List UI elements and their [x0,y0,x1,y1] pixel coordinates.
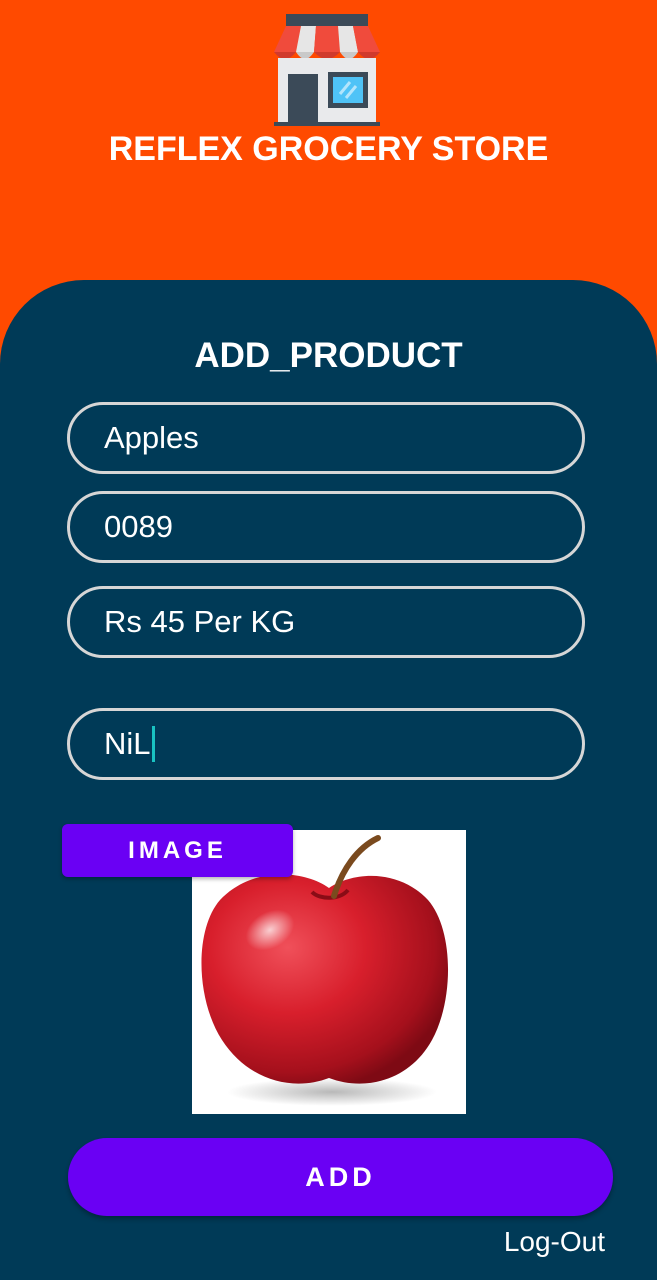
product-name-value: Apples [104,420,199,455]
product-code-field[interactable]: 0089 [67,491,585,563]
discount-value-wrapper: NiL [104,726,155,762]
product-name-field[interactable]: Apples [67,402,585,474]
discount-value: NiL [104,726,151,761]
store-icon [274,14,380,126]
header-banner: REFLEX GROCERY STORE [0,0,657,300]
image-button[interactable]: IMAGE [62,824,293,877]
price-field[interactable]: Rs 45 Per KG [67,586,585,658]
discount-field[interactable]: NiL [67,708,585,780]
add-button[interactable]: ADD [68,1138,613,1216]
store-title: REFLEX GROCERY STORE [108,130,549,168]
logout-link[interactable]: Log-Out [504,1226,605,1258]
text-caret [151,726,155,762]
price-value: Rs 45 Per KG [104,604,296,639]
form-title: ADD_PRODUCT [194,336,463,375]
product-code-value: 0089 [104,509,173,544]
